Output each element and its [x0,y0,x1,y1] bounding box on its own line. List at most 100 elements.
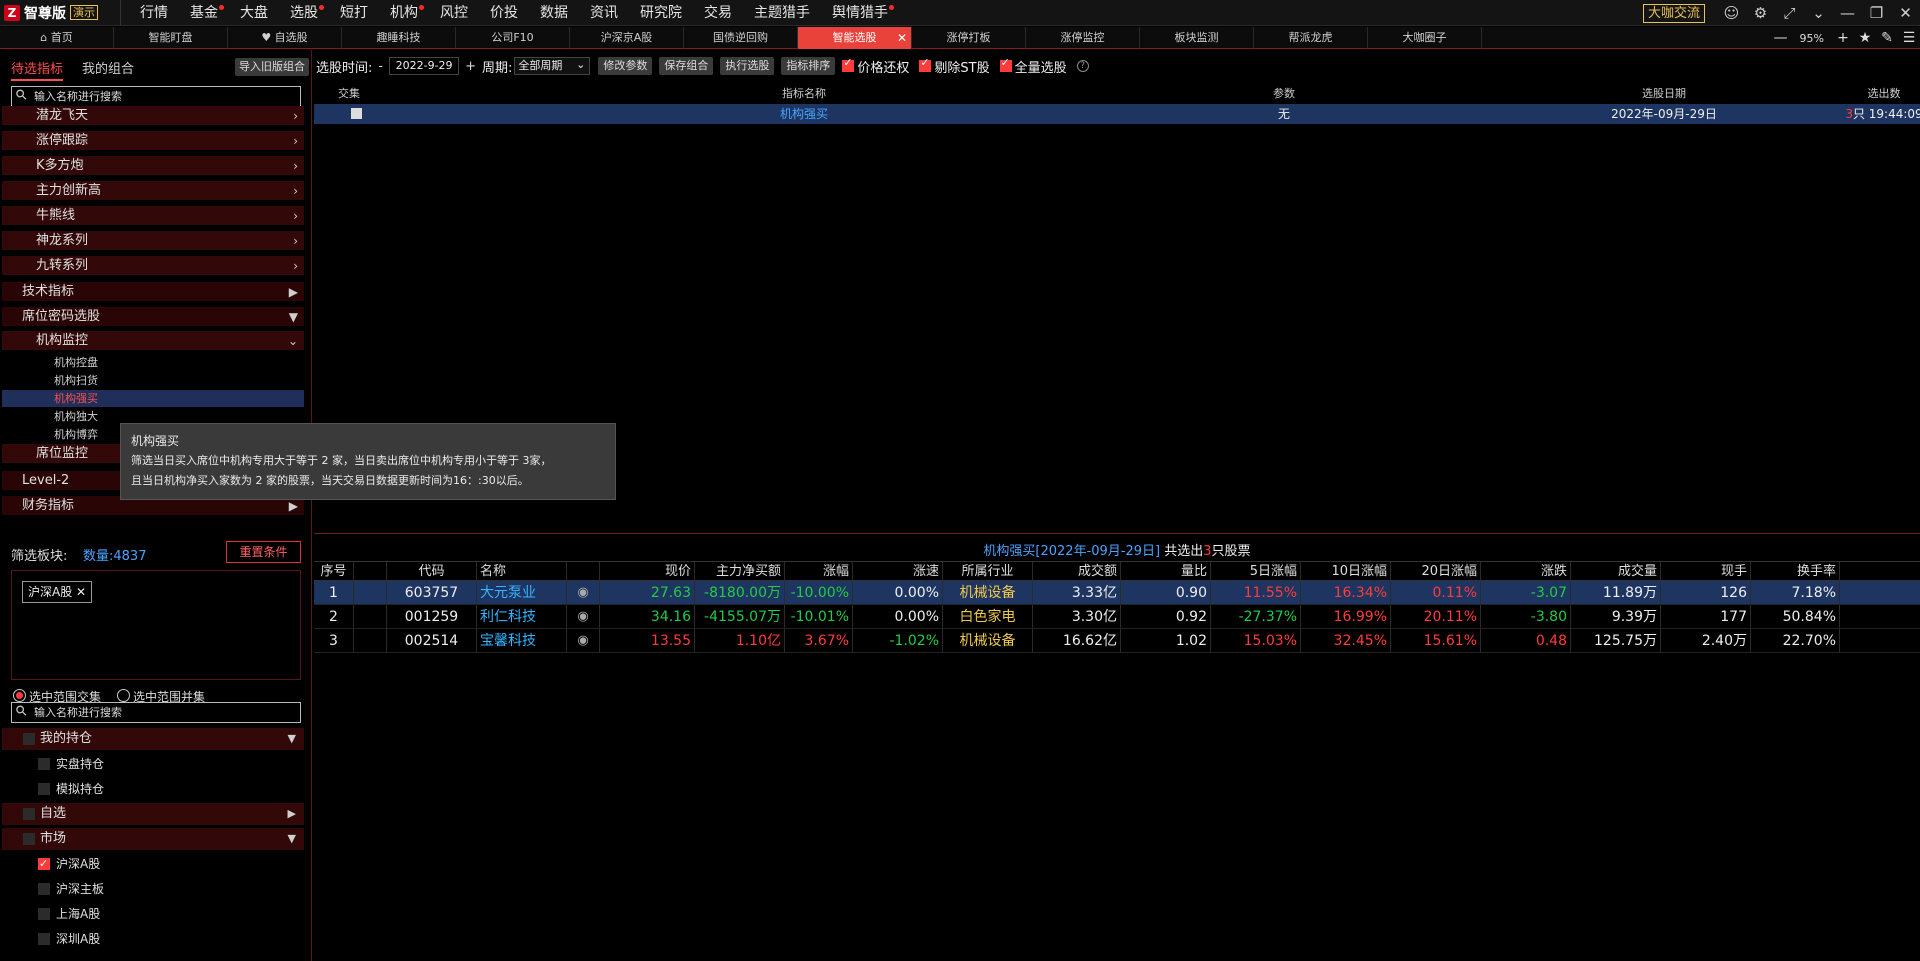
save-combo-button[interactable]: 保存组合 [659,57,714,75]
tree-leaf-1[interactable]: 机构扫货 [2,372,304,390]
eye-icon[interactable]: ◉ [567,629,600,652]
tab-sector-monitor[interactable]: 板块监测 [1140,27,1254,49]
tree-item-2[interactable]: K多方炮 › [2,156,304,176]
table-row[interactable]: 1 603757 大元泵业 ◉ 27.63 -8180.00万 -10.00% 0.00% 机械… [314,581,1920,605]
tree-item-5[interactable]: 神龙系列 › [2,231,304,251]
import-old-combo-button[interactable]: 导入旧版组合 [235,58,309,76]
tab-smart-select[interactable]: 智能选股 ✕ [798,27,912,49]
layout-icon[interactable]: ☰ [1898,30,1920,46]
tree-item-4[interactable]: 牛熊线 › [2,206,304,226]
header-eye[interactable] [567,562,600,580]
sector-0[interactable]: 我的持仓 ▼ [2,728,304,750]
tab-my-combos[interactable]: 我的组合 [82,58,134,77]
eye-icon[interactable]: ◉ [567,581,600,604]
menu-item-8[interactable]: 数据 [529,0,579,26]
menu-item-9[interactable]: 资讯 [579,0,629,26]
checkbox-icon[interactable] [38,758,50,770]
menu-item-0[interactable]: 行情 [129,0,179,26]
header-amt[interactable]: 成交额 [1033,562,1121,580]
tree-item-6[interactable]: 九转系列 › [2,256,304,276]
pen-icon[interactable]: ✎ [1876,30,1898,46]
header-vol[interactable]: 成交量 [1571,562,1661,580]
sector-chip[interactable]: 沪深A股 ✕ [22,581,93,603]
full-selection-checkbox[interactable]: 全量选股 [999,56,1067,76]
header-code[interactable]: 代码 [387,562,477,580]
minimize-icon[interactable]: — [1833,0,1862,26]
menu-item-10[interactable]: 研究院 [629,0,693,26]
cell-name[interactable]: 利仁科技 [477,605,567,628]
tree-seat-code[interactable]: 席位密码选股 ▼ [2,307,304,327]
price-restore-checkbox[interactable]: 价格还权 [842,56,909,76]
run-selection-button[interactable]: 执行选股 [720,57,775,75]
modify-params-button[interactable]: 修改参数 [598,57,653,75]
header-price[interactable]: 现价 [600,562,695,580]
tab-a-shares[interactable]: 沪深京A股 [570,27,684,49]
cell-name[interactable]: 宝馨科技 [477,629,567,652]
menu-item-1[interactable]: 基金 [179,0,229,26]
sector-6[interactable]: 沪深主板 [2,878,304,900]
reset-conditions-button[interactable]: 重置条件 [226,541,301,563]
tree-technical[interactable]: 技术指标 ▶ [2,282,304,302]
tree-inst-monitor[interactable]: 机构监控 ⌄ [2,331,304,351]
star-icon[interactable]: ★ [1854,30,1876,46]
sector-1[interactable]: 实盘持仓 [2,753,304,775]
sector-4[interactable]: 市场 ▼ [2,828,304,850]
menu-item-11[interactable]: 交易 [693,0,743,26]
tab-repo[interactable]: 国债逆回购 [684,27,798,49]
chip-close-icon[interactable]: ✕ [76,585,86,599]
tab-watch[interactable]: 智能盯盘 [114,27,228,49]
user-icon[interactable]: ☺ [1717,0,1746,26]
zoom-out-icon[interactable]: — [1770,30,1792,46]
cell-name[interactable]: 大元泵业 [477,581,567,604]
checkbox-icon[interactable] [23,808,35,820]
tree-item-1[interactable]: 涨停跟踪 › [2,131,304,151]
sector-search-input[interactable]: 输入名称进行搜索 [11,702,301,723]
header-d5[interactable]: 5日涨幅 [1211,562,1301,580]
tree-leaf-0[interactable]: 机构控盘 [2,354,304,372]
header-d20[interactable]: 20日涨幅 [1391,562,1481,580]
sector-2[interactable]: 模拟持仓 [2,778,304,800]
header-turn[interactable]: 换手率 [1751,562,1840,580]
tab-home[interactable]: ⌂ 首页 [0,27,114,49]
checkbox-icon[interactable] [38,933,50,945]
settings-icon[interactable]: ⚙ [1746,0,1775,26]
checkbox-icon[interactable] [23,833,35,845]
header-hand[interactable]: 现手 [1661,562,1751,580]
header-b[interactable] [354,562,387,580]
header-chg[interactable]: 涨幅 [785,562,853,580]
tree-item-0[interactable]: 潜龙飞天 › [2,106,304,126]
zoom-in-icon[interactable]: + [1832,30,1854,46]
header-ind[interactable]: 所属行业 [943,562,1033,580]
tree-leaf-2[interactable]: 机构强买 [2,390,304,408]
sector-3[interactable]: 自选 ▶ [2,803,304,825]
indicator-search-input[interactable]: 输入名称进行搜索 [11,86,301,107]
tab-dragon-tiger[interactable]: 帮派龙虎 [1254,27,1368,49]
menu-item-2[interactable]: 大盘 [229,0,279,26]
header-vr[interactable]: 量比 [1121,562,1211,580]
sector-8[interactable]: 深圳A股 [2,928,304,950]
checkbox-icon[interactable] [23,733,35,745]
tab-daka-circle[interactable]: 大咖圈子 [1368,27,1482,49]
split-divider[interactable] [314,533,1920,534]
menu-item-5[interactable]: 机构 [379,0,429,26]
tab-limit-up[interactable]: 涨停打板 [912,27,1026,49]
exclude-st-checkbox[interactable]: 剔除ST股 [919,56,990,76]
checkbox-icon[interactable] [38,783,50,795]
sector-5[interactable]: 沪深A股 [2,853,304,875]
checkbox-icon[interactable] [38,883,50,895]
checkbox-icon[interactable] [38,853,50,875]
tab-close-icon[interactable]: ✕ [897,27,907,49]
table-row[interactable]: 2 001259 利仁科技 ◉ 34.16 -4155.07万 -10.01% 0.00% 白色… [314,605,1920,629]
help-icon[interactable]: ? [1076,60,1089,72]
tree-item-3[interactable]: 主力创新高 › [2,181,304,201]
date-plus-button[interactable]: + [465,59,476,74]
chevron-down-icon[interactable]: ⌄ [1804,0,1833,26]
tab-f10[interactable]: 公司F10 [456,27,570,49]
header-diff[interactable]: 涨跌 [1481,562,1571,580]
menu-item-12[interactable]: 主题猎手 [743,0,821,26]
header-name[interactable]: 名称 [477,562,567,580]
sector-7[interactable]: 上海A股 [2,903,304,925]
header-no[interactable]: 序号 [314,562,354,580]
checkbox-icon[interactable] [38,908,50,920]
header-net[interactable]: 主力净买额 [695,562,785,580]
